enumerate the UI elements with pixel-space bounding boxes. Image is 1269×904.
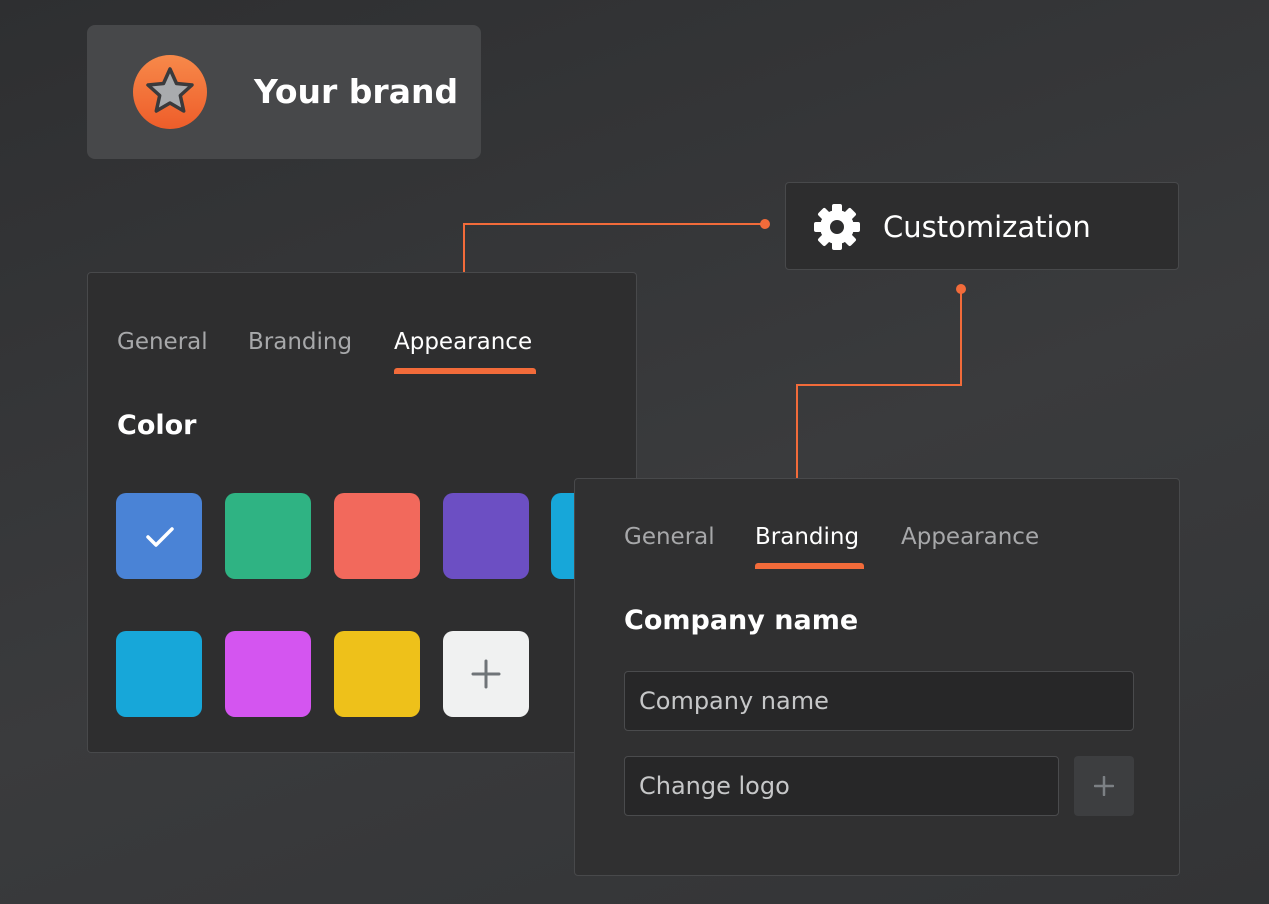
- plus-icon: [471, 659, 501, 689]
- customization-label: Customization: [883, 210, 1091, 244]
- section-title-company-name: Company name: [624, 605, 859, 636]
- section-title-color: Color: [117, 410, 197, 441]
- branding-settings-panel: General Branding Appearance Company name: [574, 478, 1180, 876]
- active-tab-indicator: [755, 563, 864, 569]
- tab-branding[interactable]: Branding: [755, 521, 859, 553]
- brand-name: Your brand: [254, 72, 459, 111]
- appearance-settings-panel: General Branding Appearance Color: [87, 272, 637, 753]
- tab-appearance[interactable]: Appearance: [394, 326, 532, 358]
- change-logo-input[interactable]: [624, 756, 1059, 816]
- color-swatch-green[interactable]: [225, 493, 311, 579]
- add-logo-button[interactable]: [1074, 756, 1134, 816]
- company-name-input[interactable]: [624, 671, 1134, 731]
- color-swatch-magenta[interactable]: [225, 631, 311, 717]
- star-icon: [133, 55, 207, 129]
- tab-general[interactable]: General: [117, 326, 208, 358]
- active-tab-indicator: [394, 368, 536, 374]
- gear-icon: [814, 204, 860, 250]
- tab-appearance[interactable]: Appearance: [901, 521, 1039, 553]
- color-swatch-yellow[interactable]: [334, 631, 420, 717]
- add-color-button[interactable]: [443, 631, 529, 717]
- color-swatch-purple[interactable]: [443, 493, 529, 579]
- tab-branding[interactable]: Branding: [248, 326, 352, 358]
- color-swatch-coral[interactable]: [334, 493, 420, 579]
- check-icon: [146, 527, 174, 547]
- color-swatch-sky[interactable]: [116, 631, 202, 717]
- tab-general[interactable]: General: [624, 521, 715, 553]
- customization-card[interactable]: Customization: [785, 182, 1179, 270]
- plus-icon: [1094, 776, 1114, 796]
- color-swatch-blue[interactable]: [116, 493, 202, 579]
- brand-card: Your brand: [87, 25, 481, 159]
